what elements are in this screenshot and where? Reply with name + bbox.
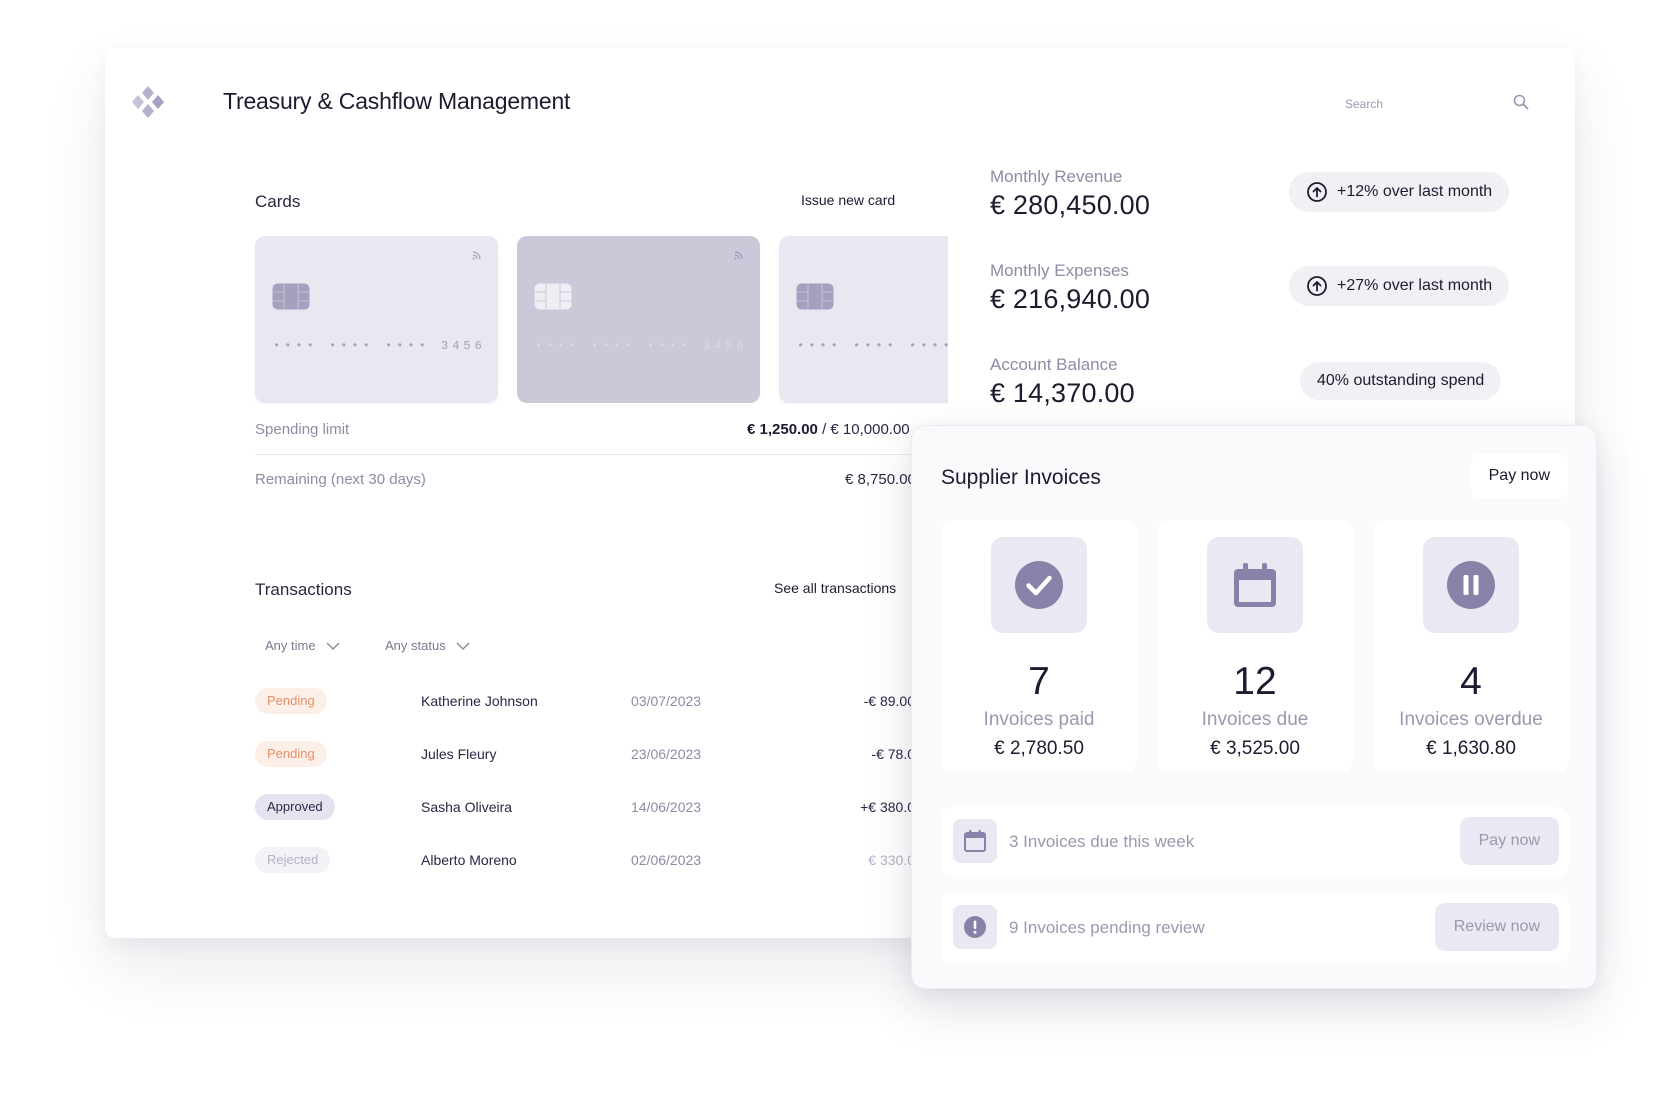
contactless-icon [472,251,481,260]
alert-circle-icon [964,916,986,938]
status-badge: Pending [255,741,327,767]
invoices-overdue-amount: € 1,630.80 [1426,738,1516,759]
transaction-name: Sasha Oliveira [421,799,513,815]
chevron-down-icon [326,641,340,650]
icon-tile [1423,537,1519,633]
transaction-date: 03/07/2023 [631,693,702,709]
table-row[interactable]: Rejected Alberto Moreno 02/06/2023 € 330… [255,847,915,875]
page-title: Treasury & Cashflow Management [223,88,571,114]
search-input[interactable] [1345,92,1495,116]
diamond-logo-icon [132,86,164,118]
invoices-paid-label: Invoices paid [983,709,1095,730]
outstanding-spend-badge: 40% outstanding spend [1300,362,1502,400]
account-balance-value: € 14,370.00 [990,378,1135,408]
search-icon[interactable] [1512,93,1530,111]
transaction-amount: +€ 380.0 [860,799,915,815]
transactions-title: Transactions [255,580,352,599]
transaction-date: 14/06/2023 [631,799,702,815]
spending-limit-total: / € 10,000.00 [817,421,910,438]
monthly-expenses-label: Monthly Expenses [990,261,1129,280]
supplier-invoices-panel: Supplier Invoices Pay now 7 Invoices pai… [911,425,1597,989]
card-chip-icon [272,283,310,310]
transaction-amount: -€ 78.0 [871,746,915,762]
table-row[interactable]: Pending Katherine Johnson 03/07/2023 -€ … [255,688,915,716]
pending-review-row: 9 Invoices pending review Review now [941,893,1569,963]
transaction-amount: € 330.0 [868,852,915,868]
pay-now-button[interactable]: Pay now [1470,454,1568,498]
remaining-value: € 8,750.00 [845,471,916,488]
spending-limit-value: € 1,250.00 / € 10,000.00 [747,421,910,438]
remaining-label: Remaining (next 30 days) [255,471,426,488]
monthly-revenue-value: € 280,450.00 [990,190,1151,220]
invoices-due-count: 12 [1233,660,1277,703]
monthly-expenses-value: € 216,940.00 [990,284,1151,314]
card-chip-icon [534,283,572,310]
outstanding-spend-text: 40% outstanding spend [1317,372,1485,389]
status-badge: Approved [255,794,335,820]
monthly-revenue-label: Monthly Revenue [990,167,1123,186]
expenses-trend-text: +27% over last month [1337,277,1493,294]
spending-limit-used: € 1,250.00 [747,421,818,438]
invoices-overdue-label: Invoices overdue [1399,709,1543,730]
card-chip-icon [796,283,834,310]
check-circle-icon [1015,561,1063,609]
invoices-overdue-card[interactable]: 4 Invoices overdue € 1,630.80 [1373,520,1569,772]
invoices-paid-amount: € 2,780.50 [994,738,1084,759]
cards-carousel[interactable]: •••• •••• •••• 3456 •••• •••• •••• 3456 … [255,236,948,404]
due-this-week-text: 3 Invoices due this week [1009,832,1195,851]
transaction-name: Alberto Moreno [421,852,517,868]
see-all-transactions-link[interactable]: See all transactions [774,580,896,596]
table-row[interactable]: Approved Sasha Oliveira 14/06/2023 +€ 38… [255,794,915,822]
divider [255,454,915,455]
transaction-date: 02/06/2023 [631,852,702,868]
icon-tile [1207,537,1303,633]
chevron-down-icon [456,641,470,650]
invoices-due-card[interactable]: 12 Invoices due € 3,525.00 [1157,520,1353,772]
expenses-trend-badge: +27% over last month [1289,266,1510,306]
card-number: •••• •••• •••• 3456 [273,339,486,353]
arrow-up-circle-icon [1307,182,1327,202]
arrow-up-circle-icon [1307,276,1327,296]
spending-limit-label: Spending limit [255,421,350,438]
status-filter-dropdown[interactable]: Any status [385,638,470,653]
card-item[interactable]: •••• •••• •••• [779,236,948,403]
invoices-due-amount: € 3,525.00 [1210,738,1300,759]
transaction-date: 23/06/2023 [631,746,702,762]
table-row[interactable]: Pending Jules Fleury 23/06/2023 -€ 78.0 [255,741,915,769]
revenue-trend-text: +12% over last month [1337,183,1493,200]
revenue-trend-badge: +12% over last month [1289,172,1510,212]
panel-title: Supplier Invoices [941,466,1101,489]
transaction-amount: -€ 89.00 [863,693,915,709]
card-item[interactable]: •••• •••• •••• 3456 [255,236,498,403]
transaction-name: Katherine Johnson [421,693,538,709]
time-filter-label: Any time [265,638,316,653]
icon-tile [953,905,997,949]
pending-review-text: 9 Invoices pending review [1009,918,1205,937]
account-balance-label: Account Balance [990,355,1118,374]
review-now-button[interactable]: Review now [1434,903,1559,951]
invoices-paid-count: 7 [1028,660,1050,703]
transaction-name: Jules Fleury [421,746,497,762]
contactless-icon [734,251,743,260]
calendar-icon [964,830,986,852]
issue-new-card-button[interactable]: Issue new card [801,192,895,208]
card-number: •••• •••• •••• [797,339,948,353]
status-badge: Pending [255,688,327,714]
icon-tile [953,819,997,863]
status-filter-label: Any status [385,638,446,653]
icon-tile [991,537,1087,633]
calendar-icon [1234,563,1276,607]
time-filter-dropdown[interactable]: Any time [265,638,340,653]
pause-circle-icon [1447,561,1495,609]
pay-now-button[interactable]: Pay now [1459,817,1559,865]
due-this-week-row: 3 Invoices due this week Pay now [941,807,1569,877]
card-number: •••• •••• •••• 3456 [535,339,748,353]
invoices-due-label: Invoices due [1201,709,1309,730]
cards-title: Cards [255,192,301,211]
status-badge: Rejected [255,847,331,873]
invoices-paid-card[interactable]: 7 Invoices paid € 2,780.50 [941,520,1137,772]
card-item[interactable]: •••• •••• •••• 3456 [517,236,760,403]
invoices-overdue-count: 4 [1460,660,1482,703]
